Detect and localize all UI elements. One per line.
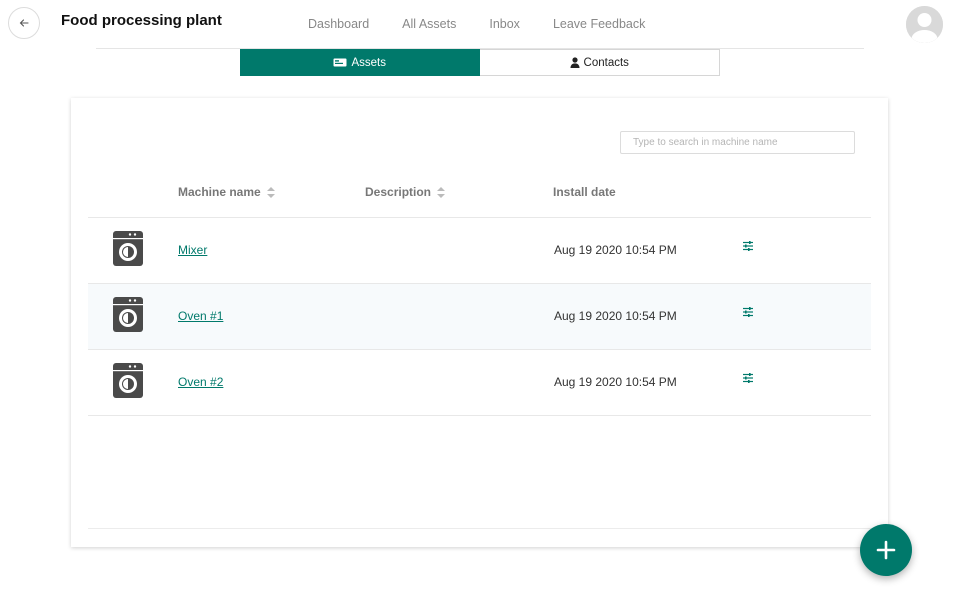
washing-machine-icon (113, 363, 143, 398)
arrow-left-icon (19, 19, 29, 27)
machine-search-input[interactable] (620, 131, 855, 154)
sort-icon[interactable] (437, 186, 446, 198)
table-row: Oven #2 Aug 19 2020 10:54 PM (88, 350, 871, 416)
column-header-install-date: Install date (553, 185, 616, 199)
page-title: Food processing plant (61, 12, 222, 29)
washing-machine-icon (113, 231, 143, 266)
card-footer-divider (88, 528, 871, 529)
install-date: Aug 19 2020 10:54 PM (554, 375, 677, 389)
nav-all-assets[interactable]: All Assets (402, 17, 456, 31)
sliders-icon[interactable] (742, 372, 754, 384)
machine-link-oven-1[interactable]: Oven #1 (178, 309, 223, 323)
table-row: Mixer Aug 19 2020 10:54 PM (88, 218, 871, 284)
nav-inbox[interactable]: Inbox (489, 17, 520, 31)
tab-bar: Assets Contacts (240, 49, 720, 76)
table-row: Oven #1 Aug 19 2020 10:54 PM (88, 284, 871, 350)
column-header-description[interactable]: Description (365, 185, 446, 199)
sliders-icon[interactable] (742, 306, 754, 318)
person-icon (570, 57, 580, 68)
column-header-machine-name[interactable]: Machine name (178, 185, 275, 199)
washing-machine-icon (113, 297, 143, 332)
assets-card: Machine name Description Install date (71, 98, 888, 547)
add-asset-button[interactable] (860, 524, 912, 576)
sort-icon[interactable] (266, 186, 275, 198)
column-header-install-date-label: Install date (553, 185, 616, 199)
install-date: Aug 19 2020 10:54 PM (554, 243, 677, 257)
install-date: Aug 19 2020 10:54 PM (554, 309, 677, 323)
tab-contacts[interactable]: Contacts (479, 49, 720, 76)
assets-table-body: Mixer Aug 19 2020 10:54 PM Oven #1 Aug 1… (88, 218, 871, 416)
tab-contacts-label: Contacts (583, 56, 629, 69)
tab-assets[interactable]: Assets (240, 49, 480, 76)
id-card-icon (333, 58, 347, 67)
top-nav: Dashboard All Assets Inbox Leave Feedbac… (308, 17, 678, 31)
machine-link-mixer[interactable]: Mixer (178, 243, 207, 257)
machine-link-oven-2[interactable]: Oven #2 (178, 375, 223, 389)
column-header-description-label: Description (365, 185, 432, 199)
user-avatar[interactable] (906, 6, 943, 43)
user-avatar-icon (906, 6, 943, 43)
nav-leave-feedback[interactable]: Leave Feedback (553, 17, 645, 31)
column-header-machine-name-label: Machine name (178, 185, 261, 199)
page: Food processing plant Dashboard All Asse… (0, 0, 960, 600)
back-button[interactable] (8, 7, 40, 39)
nav-dashboard[interactable]: Dashboard (308, 17, 369, 31)
plus-icon (876, 540, 896, 560)
sliders-icon[interactable] (742, 240, 754, 252)
tab-assets-label: Assets (351, 56, 386, 69)
